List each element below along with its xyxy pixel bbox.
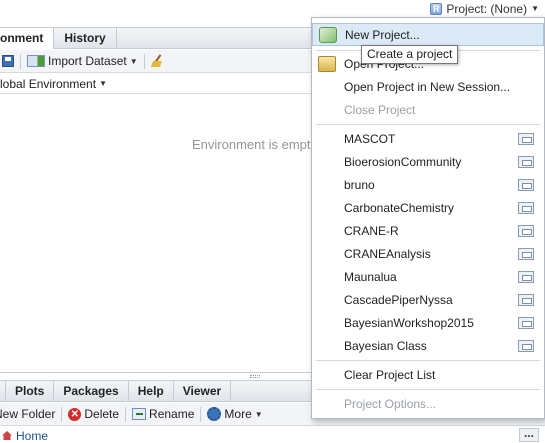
- tooltip: Create a project: [361, 45, 459, 64]
- open-in-new-session-icon[interactable]: [518, 271, 534, 283]
- recent-project-item[interactable]: BayesianWorkshop2015: [312, 312, 544, 335]
- new-project-icon: [319, 27, 337, 43]
- recent-project-label: CarbonateChemistry: [344, 201, 455, 215]
- menu-item-new-project[interactable]: New Project...: [312, 23, 544, 46]
- open-in-new-session-icon[interactable]: [518, 340, 534, 352]
- delete-icon: ✕: [68, 407, 82, 421]
- recent-project-label: Maunalua: [344, 270, 397, 284]
- rename-icon: [132, 408, 147, 420]
- menu-item-label: New Project...: [345, 28, 420, 42]
- menu-item-close-project: Close Project: [312, 99, 544, 122]
- open-in-new-session-icon[interactable]: [518, 225, 534, 237]
- menu-divider: [316, 124, 540, 125]
- menu-item-project-options: Project Options...: [312, 393, 544, 416]
- recent-project-label: CRANE-R: [344, 224, 399, 238]
- open-in-new-session-icon[interactable]: [518, 294, 534, 306]
- more-label: More: [224, 407, 252, 421]
- breadcrumb: Home ...: [0, 427, 545, 443]
- menu-item-label: Close Project: [344, 103, 416, 117]
- import-dataset-icon: [27, 55, 45, 67]
- tab-packages[interactable]: Packages: [54, 381, 129, 402]
- toolbar-divider: [20, 53, 21, 69]
- toolbar-divider: [125, 406, 127, 422]
- chevron-down-icon: ▼: [99, 79, 107, 88]
- open-in-new-session-icon[interactable]: [518, 179, 534, 191]
- recent-project-item[interactable]: CRANE-R: [312, 220, 544, 243]
- recent-project-label: BioerosionCommunity: [344, 155, 462, 169]
- toolbar-divider: [200, 406, 202, 422]
- recent-project-label: CRANEAnalysis: [344, 247, 431, 261]
- project-menu-label: Project: (None): [446, 1, 528, 16]
- chevron-down-icon: ▼: [129, 56, 138, 66]
- menu-divider: [316, 389, 540, 390]
- chevron-down-icon: ▼: [254, 409, 263, 419]
- recent-project-item[interactable]: Bayesian Class: [312, 335, 544, 358]
- broom-icon[interactable]: [151, 54, 165, 68]
- project-dropdown-menu: New Project... Open Project... Open Proj…: [311, 17, 545, 419]
- top-bar: R Project: (None) ▼: [0, 0, 545, 17]
- recent-project-item[interactable]: bruno: [312, 174, 544, 197]
- environment-selector-label: lobal Environment: [0, 76, 97, 91]
- menu-item-label: Project Options...: [344, 397, 437, 411]
- tab-plots[interactable]: Plots: [6, 381, 55, 402]
- chevron-down-icon: ▼: [531, 4, 539, 13]
- new-folder-label: New Folder: [0, 407, 56, 421]
- recent-project-label: bruno: [344, 178, 375, 192]
- gear-icon: [207, 407, 222, 421]
- delete-label: Delete: [84, 407, 120, 421]
- menu-item-open-new-session[interactable]: Open Project in New Session...: [312, 76, 544, 99]
- rename-label: Rename: [149, 407, 195, 421]
- rename-button[interactable]: Rename: [132, 407, 194, 421]
- recent-project-item[interactable]: CascadePiperNyssa: [312, 289, 544, 312]
- recent-project-item[interactable]: CRANEAnalysis: [312, 243, 544, 266]
- open-in-new-session-icon[interactable]: [518, 202, 534, 214]
- save-icon[interactable]: [2, 55, 14, 67]
- new-folder-button[interactable]: New Folder: [0, 407, 55, 421]
- breadcrumb-home[interactable]: Home: [16, 429, 48, 443]
- recent-project-label: MASCOT: [344, 132, 396, 146]
- tab-history[interactable]: History: [54, 28, 117, 49]
- recent-project-label: CascadePiperNyssa: [344, 293, 453, 307]
- tab-help[interactable]: Help: [129, 381, 174, 402]
- empty-environment-message: Environment is empt: [192, 137, 311, 152]
- menu-divider: [316, 360, 540, 361]
- home-icon: [2, 431, 12, 440]
- tab-viewer[interactable]: Viewer: [174, 381, 232, 402]
- recent-project-item[interactable]: BioerosionCommunity: [312, 151, 544, 174]
- import-dataset-label: Import Dataset: [48, 54, 127, 68]
- open-in-new-session-icon[interactable]: [518, 156, 534, 168]
- open-project-icon: [318, 56, 336, 72]
- more-options-button[interactable]: ...: [519, 427, 539, 442]
- menu-item-clear-project-list[interactable]: Clear Project List: [312, 364, 544, 387]
- project-menu-button[interactable]: R Project: (None) ▼: [430, 0, 545, 17]
- import-dataset-button[interactable]: Import Dataset ▼: [27, 54, 138, 68]
- toolbar-divider: [61, 406, 63, 422]
- menu-item-label: Clear Project List: [344, 368, 436, 382]
- recent-project-label: Bayesian Class: [344, 339, 427, 353]
- delete-button[interactable]: ✕ Delete: [68, 407, 119, 421]
- pane-splitter-handle[interactable]: [250, 375, 260, 378]
- recent-project-label: BayesianWorkshop2015: [344, 316, 474, 330]
- menu-item-label: Open Project in New Session...: [344, 80, 511, 94]
- recent-project-item[interactable]: MASCOT: [312, 128, 544, 151]
- toolbar-divider: [143, 53, 145, 69]
- more-button[interactable]: More ▼: [207, 407, 263, 421]
- open-in-new-session-icon[interactable]: [518, 248, 534, 260]
- open-in-new-session-icon[interactable]: [518, 133, 534, 145]
- project-r-icon: R: [430, 2, 443, 15]
- tab-environment[interactable]: onment: [0, 28, 55, 49]
- recent-project-item[interactable]: CarbonateChemistry: [312, 197, 544, 220]
- open-in-new-session-icon[interactable]: [518, 317, 534, 329]
- recent-project-item[interactable]: Maunalua: [312, 266, 544, 289]
